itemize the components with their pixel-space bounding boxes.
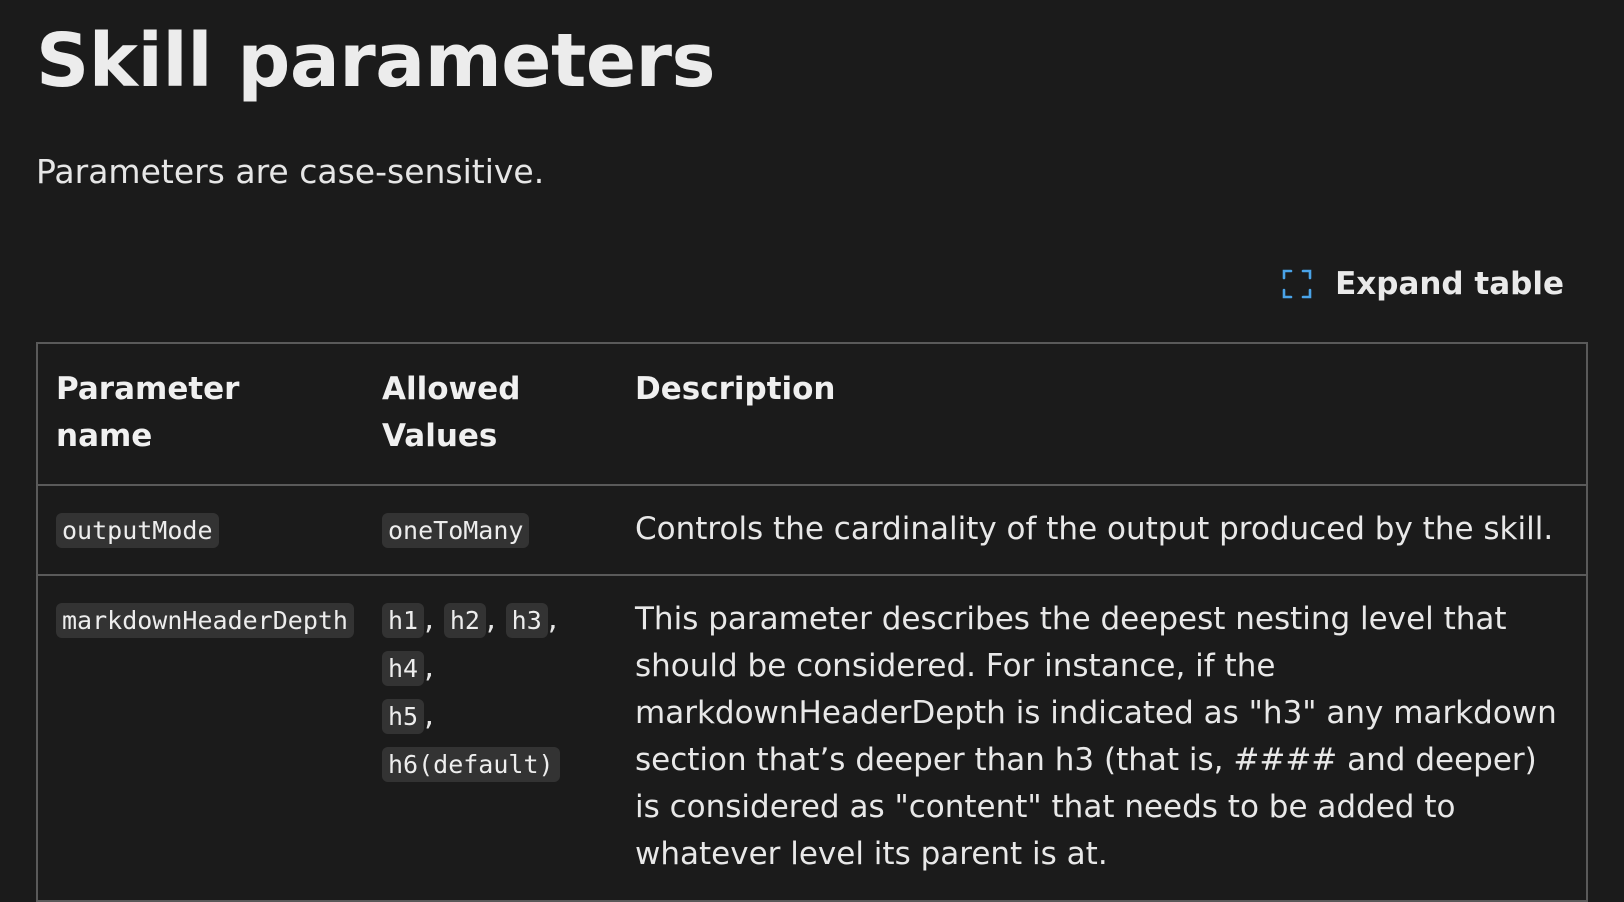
value-separator: , — [485, 601, 496, 637]
column-header-allowed-values: Allowed Values — [364, 344, 617, 486]
allowed-value: h4 — [382, 651, 425, 686]
allowed-values-cell: h1, h2, h3, h4, h5, h6(default) — [364, 575, 617, 900]
parameter-name-cell: outputMode — [38, 485, 364, 576]
table-header-row: Parameter name Allowed Values Descriptio… — [38, 344, 1586, 486]
expand-table-label: Expand table — [1335, 266, 1564, 302]
table-row: markdownHeaderDepth h1, h2, h3, h4, h5, … — [38, 575, 1586, 900]
table-row: outputMode oneToMany Controls the cardin… — [38, 485, 1586, 576]
column-header-parameter-name: Parameter name — [38, 344, 364, 486]
allowed-value: h1 — [382, 603, 425, 638]
description-cell: Controls the cardinality of the output p… — [617, 485, 1586, 576]
subtitle: Parameters are case-sensitive. — [36, 152, 545, 191]
allowed-value: h5 — [382, 699, 425, 734]
parameter-name: outputMode — [56, 513, 219, 548]
parameters-table: Parameter name Allowed Values Descriptio… — [36, 342, 1588, 902]
description-cell: This parameter describes the deepest nes… — [635, 601, 1557, 872]
allowed-value: h6(default) — [382, 747, 560, 782]
page-title: Skill parameters — [36, 18, 716, 104]
value-separator: , — [424, 601, 434, 637]
page: Skill parameters Parameters are case-sen… — [0, 0, 1624, 902]
parameter-name-cell: markdownHeaderDepth — [38, 575, 364, 900]
value-separator: , — [424, 649, 434, 685]
allowed-value: h3 — [505, 603, 548, 638]
allowed-values-cell: oneToMany — [364, 485, 617, 576]
allowed-value: h2 — [443, 603, 486, 638]
expand-table-button[interactable]: Expand table — [1281, 266, 1564, 302]
value-separator: , — [424, 697, 434, 733]
value-separator: , — [547, 601, 558, 637]
column-header-description: Description — [617, 344, 1586, 486]
parameter-name: markdownHeaderDepth — [56, 603, 354, 638]
allowed-value: oneToMany — [382, 513, 530, 548]
expand-icon — [1282, 269, 1312, 299]
